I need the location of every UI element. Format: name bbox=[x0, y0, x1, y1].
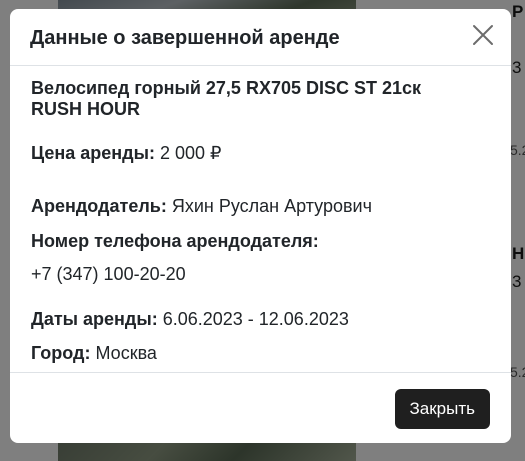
city-row: Город: Москва bbox=[31, 342, 157, 364]
modal-title: Данные о завершенной аренде bbox=[30, 27, 340, 49]
city-label: Город: bbox=[31, 343, 91, 363]
price-row: Цена аренды: 2 000 ₽ bbox=[31, 142, 221, 164]
phone-label-row: Номер телефона арендодателя: bbox=[31, 230, 319, 252]
renter-label: Арендодатель: bbox=[31, 196, 167, 216]
modal-header: Данные о завершенной аренде bbox=[10, 9, 511, 66]
renter-value: Яхин Руслан Артурович bbox=[166, 196, 372, 216]
phone-value: +7 (347) 100-20-20 bbox=[31, 264, 186, 284]
price-value: 2 000 ₽ bbox=[154, 143, 222, 163]
price-label: Цена аренды: bbox=[31, 143, 155, 163]
modal-footer: Закрыть bbox=[10, 373, 511, 443]
close-button[interactable]: Закрыть bbox=[394, 389, 490, 429]
renter-row: Арендодатель: Яхин Руслан Артурович bbox=[31, 195, 372, 217]
dates-row: Даты аренды: 6.06.2023 - 12.06.2023 bbox=[31, 308, 349, 330]
modal-body: Велосипед горный 27,5 RX705 DISC ST 21ск… bbox=[10, 66, 511, 373]
dates-label: Даты аренды: bbox=[31, 309, 158, 329]
phone-label: Номер телефона арендодателя: bbox=[31, 231, 319, 251]
product-name: Велосипед горный 27,5 RX705 DISC ST 21ск… bbox=[31, 78, 422, 119]
city-value: Москва bbox=[90, 343, 157, 363]
dates-value: 6.06.2023 - 12.06.2023 bbox=[157, 309, 349, 329]
rental-details-modal: Данные о завершенной аренде Велосипед го… bbox=[10, 9, 511, 443]
close-icon bbox=[473, 25, 493, 45]
close-icon[interactable] bbox=[471, 23, 495, 47]
page: Р 3 5.2 Н 3 5.2 Данные о завершенной аре… bbox=[0, 0, 525, 461]
